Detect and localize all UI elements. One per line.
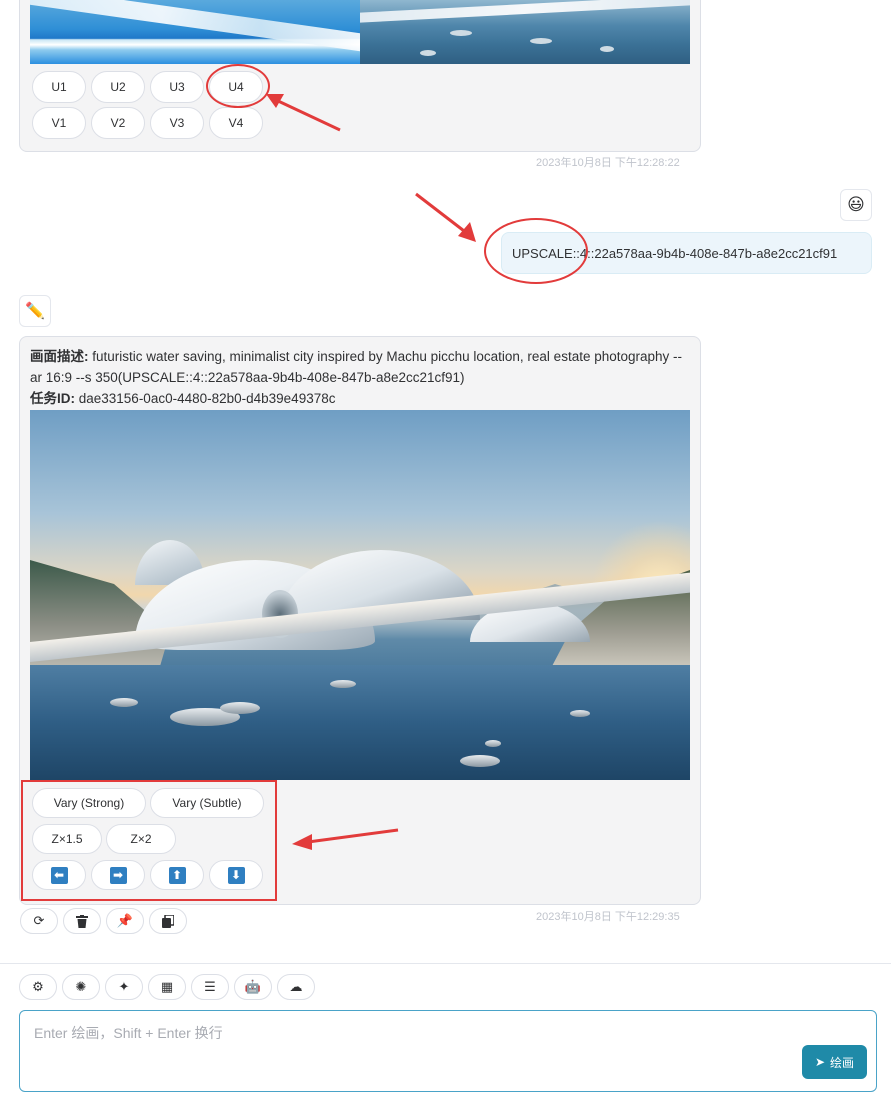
openai-icon: ✺ <box>75 979 87 994</box>
grinning-face-emoji-icon: 😃 <box>847 195 865 214</box>
regenerate-button[interactable]: ⟳ <box>20 908 58 934</box>
cloud-upload-icon: ☁ <box>289 979 303 994</box>
desc-label: 画面描述: <box>30 349 89 364</box>
refresh-icon: ⟳ <box>33 913 45 928</box>
prompt-input-box <box>19 1010 877 1092</box>
copy-icon <box>162 914 174 928</box>
pin-icon: 📌 <box>116 913 134 928</box>
v2-button[interactable]: V2 <box>91 107 145 139</box>
robot-icon: 🤖 <box>244 979 262 994</box>
send-icon: ➤ <box>814 1055 826 1069</box>
trash-icon <box>76 914 88 928</box>
prompt-description: 画面描述: futuristic water saving, minimalis… <box>30 346 690 409</box>
prompt-input[interactable] <box>20 1011 876 1091</box>
v1-button[interactable]: V1 <box>32 107 86 139</box>
upscaled-image[interactable] <box>30 410 690 780</box>
message-timestamp: 2023年10月8日 下午12:29:35 <box>536 911 680 923</box>
annotation-circle-u4 <box>206 64 270 108</box>
pencil-icon: ✏️ <box>25 303 45 320</box>
send-button-label: 绘画 <box>830 1055 855 1070</box>
task-id-label: 任务ID: <box>30 391 75 406</box>
annotation-arrow-actions <box>292 828 399 850</box>
gear-icon: ⚙ <box>32 979 44 994</box>
desc-text: futuristic water saving, minimalist city… <box>30 349 683 385</box>
message-timestamp: 2023年10月8日 下午12:28:22 <box>536 157 680 169</box>
apps-button[interactable]: ▦ <box>148 974 186 1000</box>
u2-button[interactable]: U2 <box>91 71 145 103</box>
grid-image-left[interactable] <box>30 0 360 64</box>
pin-button[interactable]: 📌 <box>106 908 144 934</box>
delete-button[interactable] <box>63 908 101 934</box>
upload-button[interactable]: ☁ <box>277 974 315 1000</box>
copy-button[interactable] <box>149 908 187 934</box>
bot-button[interactable]: 🤖 <box>234 974 272 1000</box>
u1-button[interactable]: U1 <box>32 71 86 103</box>
annotation-arrow-upscale <box>415 192 476 242</box>
apps-icon: ▦ <box>160 979 174 994</box>
annotation-circle-upscale <box>484 218 588 284</box>
annotation-arrow-u4 <box>266 94 341 132</box>
model-button[interactable]: ✺ <box>62 974 100 1000</box>
u3-button[interactable]: U3 <box>150 71 204 103</box>
layers-icon: ☰ <box>204 979 216 994</box>
task-id-value: dae33156-0ac0-4480-82b0-d4b39e49378c <box>75 391 336 406</box>
composer-divider <box>0 963 891 964</box>
v4-button[interactable]: V4 <box>209 107 263 139</box>
user-avatar: 😃 <box>840 189 872 221</box>
v3-button[interactable]: V3 <box>150 107 204 139</box>
send-button[interactable]: ➤ 绘画 <box>802 1045 867 1079</box>
settings-button[interactable]: ⚙ <box>19 974 57 1000</box>
annotation-box-actions <box>21 780 277 901</box>
bot-avatar: ✏️ <box>19 295 51 327</box>
grid-image-right[interactable] <box>360 0 690 64</box>
layers-button[interactable]: ☰ <box>191 974 229 1000</box>
prompt-magic-button[interactable]: ✦ <box>105 974 143 1000</box>
magic-wand-icon: ✦ <box>118 979 130 994</box>
